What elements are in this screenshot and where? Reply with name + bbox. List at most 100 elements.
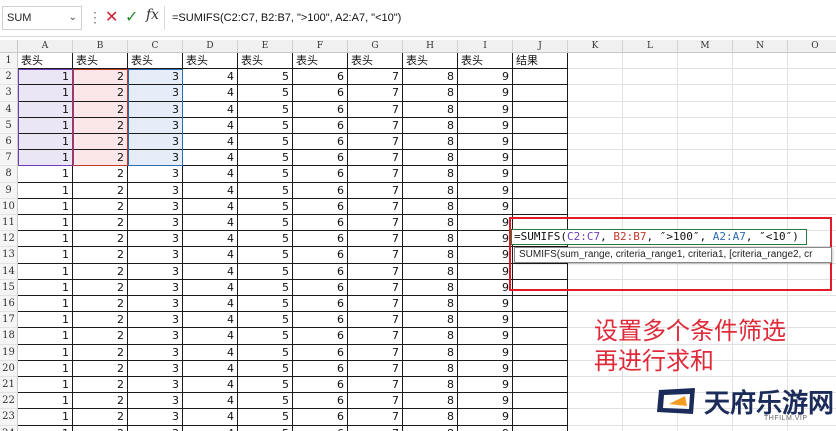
cell-a2[interactable]: 1 — [18, 69, 73, 86]
cell-b20[interactable]: 2 — [73, 360, 128, 377]
cell-d22[interactable]: 4 — [183, 393, 238, 410]
chevron-down-icon[interactable]: ⌄ — [69, 7, 77, 29]
cell-i24[interactable]: 9 — [458, 425, 513, 431]
cell-o2[interactable] — [788, 69, 836, 86]
cell-c14[interactable]: 3 — [128, 263, 183, 280]
cell-d7[interactable]: 4 — [183, 150, 238, 167]
cell-c21[interactable]: 3 — [128, 377, 183, 394]
cell-g17[interactable]: 7 — [348, 312, 403, 329]
row-header-12[interactable]: 12 — [0, 231, 18, 248]
cell-d9[interactable]: 4 — [183, 182, 238, 199]
cell-k24[interactable] — [568, 425, 623, 431]
cell-h16[interactable]: 8 — [403, 296, 458, 313]
row-header-14[interactable]: 14 — [0, 263, 18, 280]
cell-i9[interactable]: 9 — [458, 182, 513, 199]
cell-i15[interactable]: 9 — [458, 279, 513, 296]
cell-a12[interactable]: 1 — [18, 231, 73, 248]
cell-f2[interactable]: 6 — [293, 69, 348, 86]
cell-i4[interactable]: 9 — [458, 101, 513, 118]
cell-c16[interactable]: 3 — [128, 296, 183, 313]
cell-f9[interactable]: 6 — [293, 182, 348, 199]
cell-e1[interactable]: 表头 — [238, 53, 293, 70]
cell-j24[interactable] — [513, 425, 568, 431]
cell-o20[interactable] — [788, 361, 836, 377]
row-header-19[interactable]: 19 — [0, 344, 18, 361]
cell-e3[interactable]: 5 — [238, 85, 293, 102]
cell-b3[interactable]: 2 — [73, 85, 128, 102]
cell-h23[interactable]: 8 — [403, 409, 458, 426]
cell-j3[interactable] — [513, 85, 568, 102]
cell-d13[interactable]: 4 — [183, 247, 238, 264]
cell-i2[interactable]: 9 — [458, 69, 513, 86]
cell-h17[interactable]: 8 — [403, 312, 458, 329]
cell-k16[interactable] — [568, 296, 623, 313]
row-header-7[interactable]: 7 — [0, 150, 18, 167]
cell-i17[interactable]: 9 — [458, 312, 513, 329]
cell-e23[interactable]: 5 — [238, 409, 293, 426]
confirm-icon[interactable]: ✓ — [125, 7, 138, 27]
cell-c8[interactable]: 3 — [128, 166, 183, 183]
cell-f3[interactable]: 6 — [293, 85, 348, 102]
cell-k2[interactable] — [568, 69, 623, 86]
cell-g8[interactable]: 7 — [348, 166, 403, 183]
cell-n4[interactable] — [733, 101, 788, 118]
cell-f14[interactable]: 6 — [293, 263, 348, 280]
cell-e17[interactable]: 5 — [238, 312, 293, 329]
cell-o9[interactable] — [788, 183, 836, 199]
cell-j8[interactable] — [513, 166, 568, 183]
cell-d8[interactable]: 4 — [183, 166, 238, 183]
cell-b17[interactable]: 2 — [73, 312, 128, 329]
cell-f12[interactable]: 6 — [293, 231, 348, 248]
cell-e13[interactable]: 5 — [238, 247, 293, 264]
row-header-21[interactable]: 21 — [0, 377, 18, 394]
cell-k22[interactable] — [568, 393, 623, 410]
cell-d15[interactable]: 4 — [183, 279, 238, 296]
cell-f21[interactable]: 6 — [293, 377, 348, 394]
cell-b21[interactable]: 2 — [73, 377, 128, 394]
cell-o18[interactable] — [788, 328, 836, 345]
cell-e4[interactable]: 5 — [238, 101, 293, 118]
cell-i3[interactable]: 9 — [458, 85, 513, 102]
cell-j18[interactable] — [513, 328, 568, 345]
cell-f5[interactable]: 6 — [293, 117, 348, 134]
cell-l5[interactable] — [623, 117, 678, 134]
name-box[interactable]: SUM ⌄ — [2, 6, 82, 30]
cell-o17[interactable] — [788, 312, 836, 329]
cell-d23[interactable]: 4 — [183, 409, 238, 426]
cell-g16[interactable]: 7 — [348, 296, 403, 313]
cell-h24[interactable]: 8 — [403, 425, 458, 431]
cell-c13[interactable]: 3 — [128, 247, 183, 264]
cell-g3[interactable]: 7 — [348, 85, 403, 102]
row-header-5[interactable]: 5 — [0, 117, 18, 134]
cell-a9[interactable]: 1 — [18, 182, 73, 199]
cell-a11[interactable]: 1 — [18, 215, 73, 232]
cell-f8[interactable]: 6 — [293, 166, 348, 183]
cell-o1[interactable] — [788, 53, 836, 70]
column-header-g[interactable]: G — [348, 40, 403, 53]
cell-m24[interactable] — [678, 425, 733, 431]
cell-f11[interactable]: 6 — [293, 215, 348, 232]
cell-i1[interactable]: 表头 — [458, 53, 513, 70]
cell-o6[interactable] — [788, 134, 836, 151]
cell-h22[interactable]: 8 — [403, 393, 458, 410]
cell-b5[interactable]: 2 — [73, 117, 128, 134]
cell-d3[interactable]: 4 — [183, 85, 238, 102]
cell-a14[interactable]: 1 — [18, 263, 73, 280]
cell-m10[interactable] — [678, 198, 733, 215]
cell-c19[interactable]: 3 — [128, 344, 183, 361]
cell-h13[interactable]: 8 — [403, 247, 458, 264]
formula-input[interactable]: =SUMIFS(C2:C7, B2:B7, ">100", A2:A7, "<1… — [172, 6, 401, 30]
cell-g1[interactable]: 表头 — [348, 53, 403, 70]
cell-b2[interactable]: 2 — [73, 69, 128, 86]
cell-d6[interactable]: 4 — [183, 134, 238, 151]
cell-h5[interactable]: 8 — [403, 117, 458, 134]
cell-c11[interactable]: 3 — [128, 215, 183, 232]
cell-c3[interactable]: 3 — [128, 85, 183, 102]
cell-d10[interactable]: 4 — [183, 198, 238, 215]
cell-i8[interactable]: 9 — [458, 166, 513, 183]
cell-n16[interactable] — [733, 296, 788, 313]
cell-a3[interactable]: 1 — [18, 85, 73, 102]
row-header-23[interactable]: 23 — [0, 409, 18, 426]
cell-d11[interactable]: 4 — [183, 215, 238, 232]
cell-b12[interactable]: 2 — [73, 231, 128, 248]
